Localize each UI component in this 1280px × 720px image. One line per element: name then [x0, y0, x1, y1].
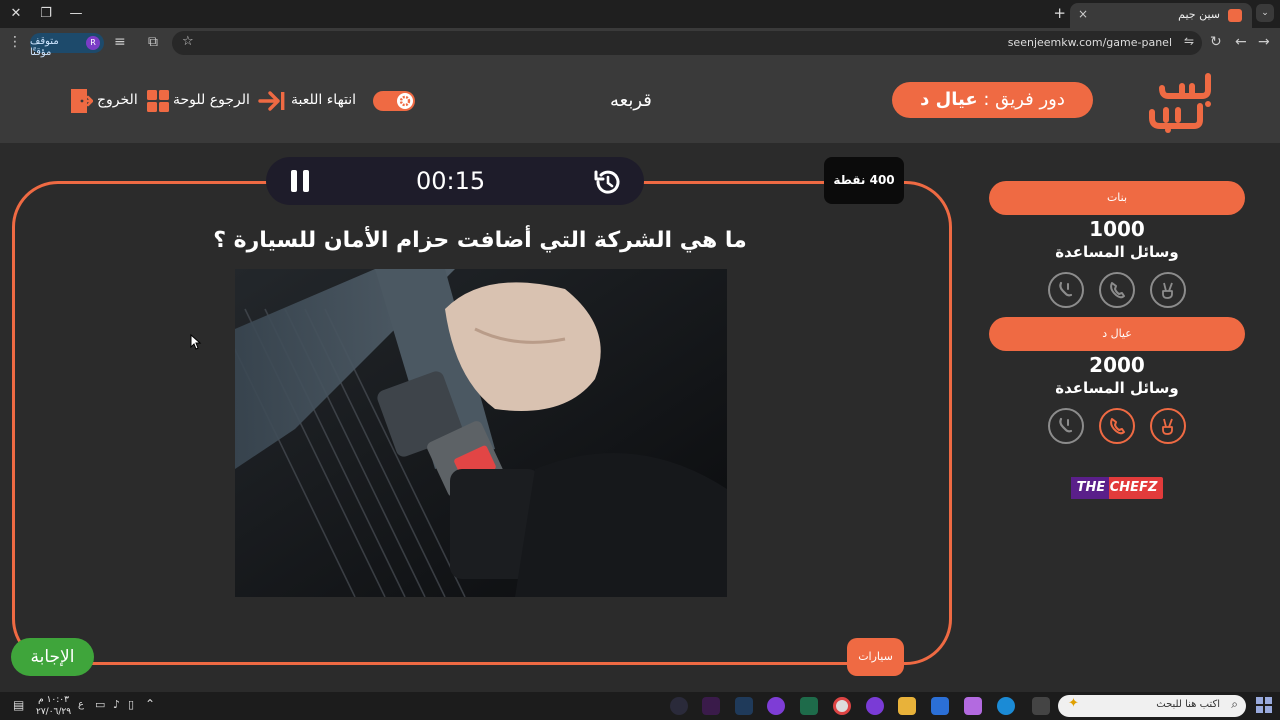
gear-icon	[399, 95, 411, 107]
team-turn-indicator: دور فريق : عيال د	[892, 82, 1093, 118]
question-text: ما هي الشركة التي أضافت حزام الأمان للسي…	[213, 228, 747, 253]
timer-bar: 00:15	[266, 157, 644, 205]
site-favicon	[1228, 9, 1242, 22]
new-tab-button[interactable]: +	[1053, 4, 1066, 22]
bookmark-star-icon[interactable]: ☆	[182, 34, 194, 49]
store-icon[interactable]	[931, 697, 949, 715]
exit-door-icon[interactable]	[69, 88, 93, 114]
pause-icon[interactable]	[288, 169, 312, 193]
end-game-toggle[interactable]	[373, 91, 415, 111]
tab-title: سين جيم	[1178, 8, 1220, 21]
volume-icon[interactable]: ♪	[113, 698, 120, 711]
profile-status-label: متوقف مؤقتًا	[30, 36, 59, 58]
windows-taskbar: ⌕ اكتب هنا للبحث ✦ ١٠:٠٣ م ٢٧/٠٦/٢٩ ▤ ع …	[0, 692, 1280, 720]
taskbar-clock[interactable]: ١٠:٠٣ م ٢٧/٠٦/٢٩	[36, 694, 71, 718]
app-icon[interactable]	[800, 697, 818, 715]
turn-team-name: عيال د	[920, 89, 978, 110]
phone-icon	[1110, 418, 1125, 435]
game-title: قربعه	[610, 90, 652, 111]
help-two-answers-button[interactable]	[1150, 272, 1186, 308]
file-explorer-icon[interactable]	[898, 697, 916, 715]
seen-jeem-logo-icon	[1149, 73, 1211, 133]
toggle-knob	[397, 93, 413, 109]
browser-tabbar: ✕ ❐ — + سين جيم × ⌄	[0, 0, 1280, 28]
window-minimize-button[interactable]: —	[62, 4, 90, 24]
extensions-icon[interactable]: ⧉	[148, 34, 158, 50]
task-view-icon[interactable]	[1032, 697, 1050, 715]
help-call-hold-button[interactable]	[1048, 272, 1084, 308]
windows-start-icon[interactable]	[1256, 697, 1272, 713]
chevron-up-icon[interactable]: ⌃	[145, 697, 155, 711]
help-call-hold-button[interactable]	[1048, 408, 1084, 444]
url-text[interactable]: seenjeemkw.com/game-panel	[1008, 36, 1172, 49]
peace-hand-icon	[1162, 418, 1173, 435]
notification-icon[interactable]: ▤	[13, 698, 24, 712]
category-badge: سيارات	[847, 638, 904, 676]
team-name-banat: بنات	[989, 181, 1245, 215]
answer-button[interactable]: الإجابة	[11, 638, 94, 676]
taskbar-search[interactable]: ⌕ اكتب هنا للبحث ✦	[1058, 695, 1246, 717]
sponsor-logo: THE CHEFZ	[1071, 477, 1163, 499]
end-game-label[interactable]: انتهاء اللعبة	[291, 92, 356, 108]
game-header: دور فريق : عيال د قربعه انتهاء اللعبة ال…	[0, 58, 1280, 143]
tab-close-button[interactable]: ×	[1078, 7, 1088, 21]
question-points-badge: 400 نقطة	[824, 157, 904, 204]
app-icon[interactable]	[702, 697, 720, 715]
browser-navbar: ⋮ متوقف مؤقتًا R ≡ ⧉ ☆ seenjeemkw.com/ga…	[0, 28, 1280, 58]
window-restore-button[interactable]: ❐	[32, 4, 60, 24]
help-phone-button[interactable]	[1099, 272, 1135, 308]
back-to-board-label[interactable]: الرجوع للوحة	[173, 92, 250, 108]
reset-timer-icon[interactable]	[592, 167, 622, 197]
app-icon[interactable]	[670, 697, 688, 715]
menu-dots-icon[interactable]: ⋮	[8, 34, 22, 50]
browser-tab[interactable]: سين جيم ×	[1070, 3, 1252, 28]
help-two-answers-button[interactable]	[1150, 408, 1186, 444]
back-arrow-bar-icon[interactable]	[258, 90, 286, 112]
help-label-eyal: وسائل المساعدة	[1055, 379, 1179, 397]
forward-arrow-icon[interactable]: ←	[1235, 34, 1247, 50]
turn-prefix: دور فريق :	[977, 89, 1065, 110]
avatar: R	[86, 36, 100, 50]
phone-icon	[1110, 282, 1125, 299]
input-language-indicator[interactable]: ع	[78, 699, 84, 710]
team-name-eyal: عيال د	[989, 317, 1245, 351]
app-icon[interactable]	[866, 697, 884, 715]
peace-hand-icon	[1162, 282, 1173, 299]
team-score-eyal: 2000	[1089, 353, 1145, 377]
copilot-icon[interactable]	[964, 697, 982, 715]
tab-search-chevron-icon[interactable]: ⌄	[1256, 4, 1274, 22]
network-icon[interactable]: ▭	[95, 698, 105, 711]
timer-value: 00:15	[416, 167, 486, 195]
help-label-banat: وسائل المساعدة	[1055, 243, 1179, 261]
profile-button[interactable]: متوقف مؤقتًا R	[30, 33, 104, 58]
back-arrow-icon[interactable]: →	[1258, 34, 1270, 50]
search-placeholder: اكتب هنا للبحث	[1156, 699, 1220, 710]
question-image	[235, 269, 727, 597]
clock-date: ٢٧/٠٦/٢٩	[36, 707, 72, 717]
window-close-button[interactable]: ✕	[2, 4, 30, 24]
clock-time: ١٠:٠٣ م	[38, 695, 69, 705]
sponsor-text: THE CHEFZ	[1076, 480, 1158, 495]
reload-icon[interactable]: ↻	[1210, 34, 1222, 50]
mouse-cursor-icon	[190, 334, 202, 350]
edge-icon[interactable]	[997, 697, 1015, 715]
search-icon: ⌕	[1231, 697, 1238, 711]
team-score-banat: 1000	[1089, 217, 1145, 241]
phone-hold-icon	[1059, 281, 1073, 297]
battery-icon[interactable]: ▯	[128, 698, 134, 711]
reading-list-icon[interactable]: ≡	[114, 34, 126, 50]
phone-hold-icon	[1059, 417, 1073, 433]
sparkle-icon: ✦	[1068, 696, 1079, 711]
help-phone-button[interactable]	[1099, 408, 1135, 444]
site-info-icon[interactable]: ⇋	[1184, 34, 1194, 48]
steam-icon[interactable]	[735, 697, 753, 715]
chrome-icon[interactable]	[833, 697, 851, 715]
grid-icon[interactable]	[146, 89, 170, 113]
app-icon[interactable]	[767, 697, 785, 715]
exit-label[interactable]: الخروج	[97, 92, 138, 108]
address-bar[interactable]: ☆ seenjeemkw.com/game-panel ⇋	[172, 31, 1202, 55]
